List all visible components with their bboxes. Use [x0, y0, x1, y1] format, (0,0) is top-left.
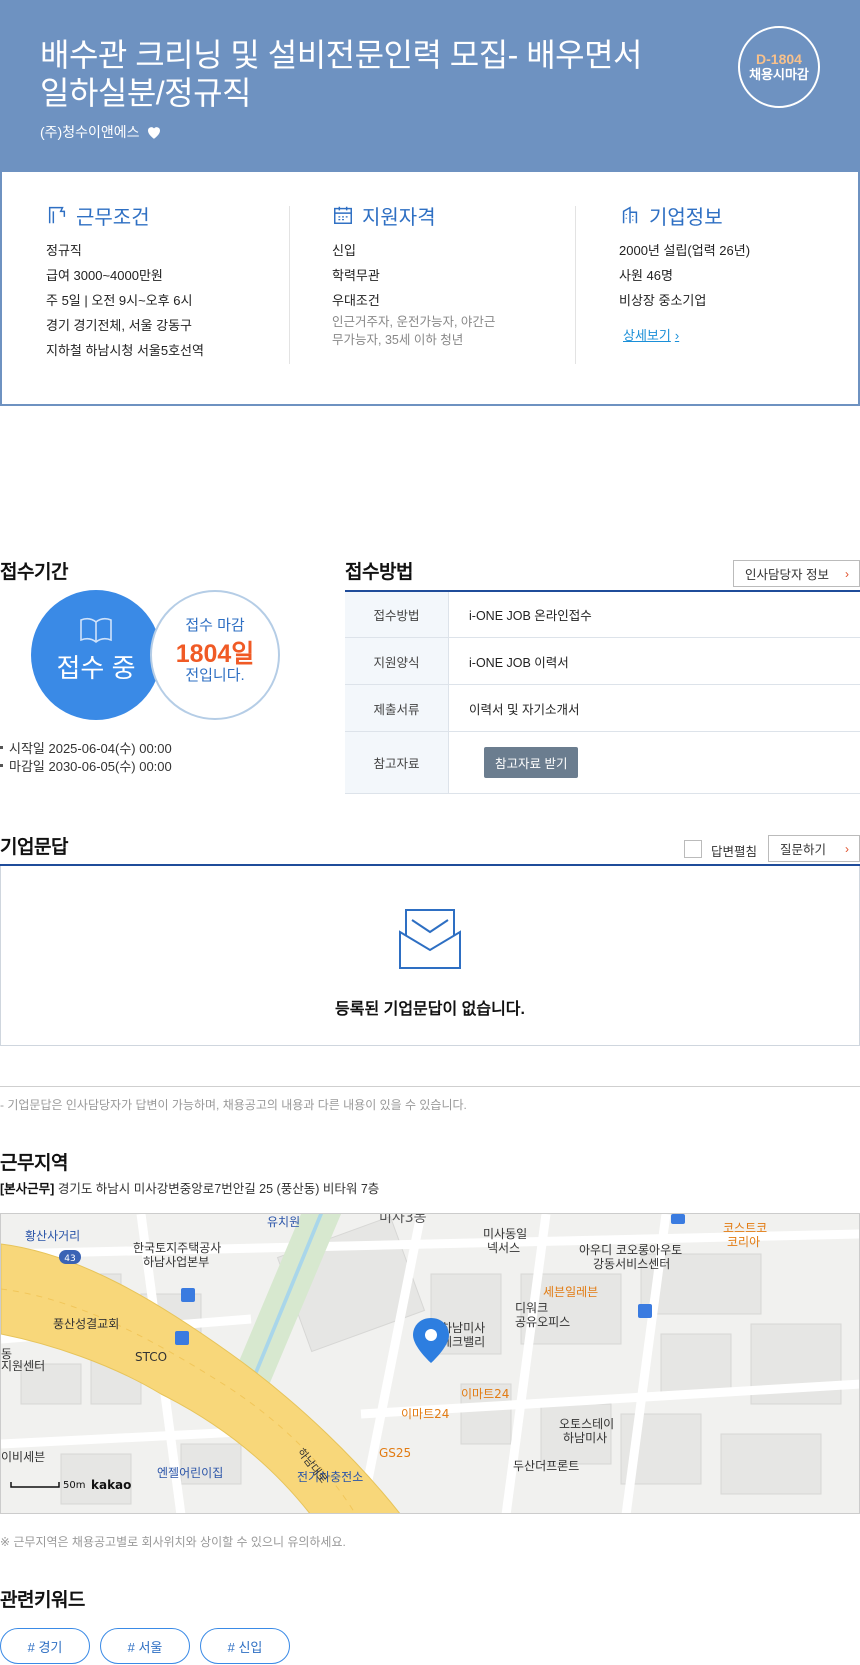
work-address: [본사근무] 경기도 하남시 미사강변중앙로7번안길 25 (풍산동) 비타워 … — [0, 1182, 380, 1196]
svg-text:하남미사: 하남미사 — [563, 1431, 607, 1445]
hr-contact-button[interactable]: 인사담당자 정보 › — [733, 560, 860, 587]
svg-text:이비세븐: 이비세븐 — [1, 1450, 45, 1464]
svg-text:이마트24: 이마트24 — [461, 1387, 509, 1401]
company-info-title: 기업정보 — [649, 206, 723, 229]
dday-badge: D-1804 채용시마감 — [738, 26, 820, 108]
svg-text:하남사업본부: 하남사업본부 — [143, 1255, 209, 1269]
dday-count: D-1804 — [756, 51, 802, 67]
location-note: ※ 근무지역은 채용공고별로 회사위치와 상이할 수 있으니 유의하세요. — [0, 1535, 346, 1549]
deadline-status: 채용시마감 — [749, 67, 809, 82]
career-level: 신입 — [332, 243, 356, 258]
svg-text:풍산성결교회: 풍산성결교회 — [53, 1317, 119, 1331]
expand-answers-checkbox[interactable] — [684, 840, 702, 858]
reception-method-title: 접수방법 — [345, 562, 413, 583]
map-canvas[interactable]: 43 황산사거리 한국토지주택공사 하남사업본부 유치원 미사3동 미사동일 넥… — [1, 1214, 860, 1514]
salary: 급여 3000~4000만원 — [46, 268, 163, 283]
svg-text:코리아: 코리아 — [727, 1235, 760, 1249]
work-conditions-title: 근무조건 — [76, 206, 150, 229]
employees: 사원 46명 — [619, 268, 673, 283]
download-reference-button[interactable]: 참고자료 받기 — [484, 747, 579, 778]
svg-text:넥서스: 넥서스 — [487, 1241, 520, 1255]
svg-text:황산사거리: 황산사거리 — [25, 1229, 80, 1243]
table-row: 접수방법 i-ONE JOB 온라인접수 — [345, 592, 860, 638]
keyword-tag[interactable]: # 신입 — [200, 1628, 290, 1664]
start-date: 시작일 2025-06-04(수) 00:00 — [0, 738, 172, 757]
hq-tag: [본사근무] — [0, 1182, 55, 1196]
svg-text:엔젤어린이집: 엔젤어린이집 — [157, 1466, 223, 1480]
svg-text:지원센터: 지원센터 — [1, 1359, 45, 1373]
deadline-label: 접수 마감 — [185, 617, 245, 634]
svg-text:강동서비스센터: 강동서비스센터 — [593, 1257, 670, 1271]
qa-title: 기업문답 — [0, 837, 68, 858]
divider — [0, 1086, 860, 1087]
svg-text:50m: 50m — [63, 1480, 85, 1491]
chevron-right-icon: › — [845, 566, 849, 581]
svg-text:kakao: kakao — [91, 1478, 131, 1492]
company-detail-link[interactable]: 상세보기 › — [619, 325, 679, 344]
job-header: 배수관 크리닝 및 설비전문인력 모집- 배우면서 일하실분/정규직 (주)청수… — [0, 0, 860, 172]
svg-text:유치원: 유치원 — [267, 1215, 300, 1229]
preferred-label: 우대조건 — [332, 293, 380, 308]
qualifications: 지원자격 신입 학력무관 우대조건 인근거주자, 운전가능자, 야간근무가능자,… — [332, 202, 502, 349]
keyword-tag[interactable]: # 경기 — [0, 1628, 90, 1664]
ask-question-button[interactable]: 질문하기 › — [768, 835, 860, 862]
preferred-detail: 인근거주자, 운전가능자, 야간근무가능자, 35세 이하 청년 — [332, 315, 496, 347]
svg-text:43: 43 — [64, 1254, 75, 1264]
end-date: 마감일 2030-06-05(수) 00:00 — [0, 756, 172, 775]
svg-text:아우디 코오롱아우토: 아우디 코오롱아우토 — [579, 1243, 682, 1257]
building-flag-icon — [48, 206, 66, 224]
heart-icon[interactable] — [145, 123, 163, 141]
svg-text:두산더프론트: 두산더프론트 — [513, 1459, 579, 1473]
company-row: (주)청수이앤에스 — [40, 122, 163, 142]
svg-text:한국토지주택공사: 한국토지주택공사 — [133, 1241, 221, 1255]
reception-method-table: 접수방법 i-ONE JOB 온라인접수 지원양식 i-ONE JOB 이력서 … — [345, 590, 860, 794]
summary-box: 근무조건 정규직 급여 3000~4000만원 주 5일 | 오전 9시~오후 … — [0, 172, 860, 406]
column-divider — [575, 206, 576, 364]
calendar-icon — [334, 206, 352, 224]
qa-empty-text: 등록된 기업문답이 없습니다. — [335, 1001, 525, 1018]
qualifications-title: 지원자격 — [362, 206, 436, 229]
education: 학력무관 — [332, 268, 380, 283]
chevron-right-icon: › — [845, 841, 849, 856]
founded: 2000년 설립(업력 26년) — [619, 243, 751, 258]
svg-text:이마트24: 이마트24 — [401, 1407, 449, 1421]
work-conditions: 근무조건 정규직 급여 3000~4000만원 주 5일 | 오전 9시~오후 … — [46, 202, 204, 363]
table-row: 지원양식 i-ONE JOB 이력서 — [345, 638, 860, 685]
work-schedule: 주 5일 | 오전 9시~오후 6시 — [46, 293, 193, 308]
keyword-tag[interactable]: # 서울 — [100, 1628, 190, 1664]
qa-note: - 기업문답은 인사담당자가 답변이 가능하며, 채용공고의 내용과 다른 내용… — [0, 1098, 467, 1112]
company-name[interactable]: (주)청수이앤에스 — [40, 122, 139, 142]
reception-status: 접수 중 — [56, 653, 136, 683]
deadline-circle: 접수 마감 1804일 전입니다. — [150, 590, 280, 720]
column-divider — [289, 206, 290, 364]
svg-text:공유오피스: 공유오피스 — [515, 1315, 570, 1329]
location-map[interactable]: 43 황산사거리 한국토지주택공사 하남사업본부 유치원 미사3동 미사동일 넥… — [0, 1213, 860, 1514]
work-region: 경기 경기전체, 서울 강동구 — [46, 318, 193, 333]
subway-station: 지하철 하남시청 서울5호선역 — [46, 343, 204, 358]
open-book-icon — [80, 617, 112, 644]
envelope-icon — [399, 909, 461, 969]
days-suffix: 전입니다. — [185, 667, 245, 684]
svg-text:GS25: GS25 — [379, 1446, 411, 1460]
svg-text:세븐일레븐: 세븐일레븐 — [543, 1285, 598, 1299]
office-building-icon — [622, 206, 638, 224]
location-title: 근무지역 — [0, 1153, 68, 1174]
svg-text:미사3동: 미사3동 — [379, 1214, 427, 1226]
reception-period-title: 접수기간 — [0, 562, 68, 583]
svg-text:STCO: STCO — [135, 1350, 167, 1364]
table-row: 제출서류 이력서 및 자기소개서 — [345, 685, 860, 732]
svg-text:코스트코: 코스트코 — [723, 1221, 767, 1235]
company-type: 비상장 중소기업 — [619, 293, 707, 308]
svg-text:오토스테이: 오토스테이 — [559, 1417, 614, 1431]
reception-status-circle: 접수 중 — [31, 590, 161, 720]
svg-text:미사동일: 미사동일 — [483, 1227, 527, 1241]
expand-answers-label[interactable]: 답변펼침 — [711, 841, 757, 860]
chevron-right-icon: › — [674, 328, 680, 343]
keywords-title: 관련키워드 — [0, 1590, 85, 1611]
table-row: 참고자료 참고자료 받기 — [345, 732, 860, 794]
svg-text:디워크: 디워크 — [515, 1301, 548, 1315]
job-title: 배수관 크리닝 및 설비전문인력 모집- 배우면서 일하실분/정규직 — [40, 37, 642, 111]
company-info: 기업정보 2000년 설립(업력 26년) 사원 46명 비상장 중소기업 상세… — [619, 202, 750, 345]
employment-type: 정규직 — [46, 243, 82, 258]
